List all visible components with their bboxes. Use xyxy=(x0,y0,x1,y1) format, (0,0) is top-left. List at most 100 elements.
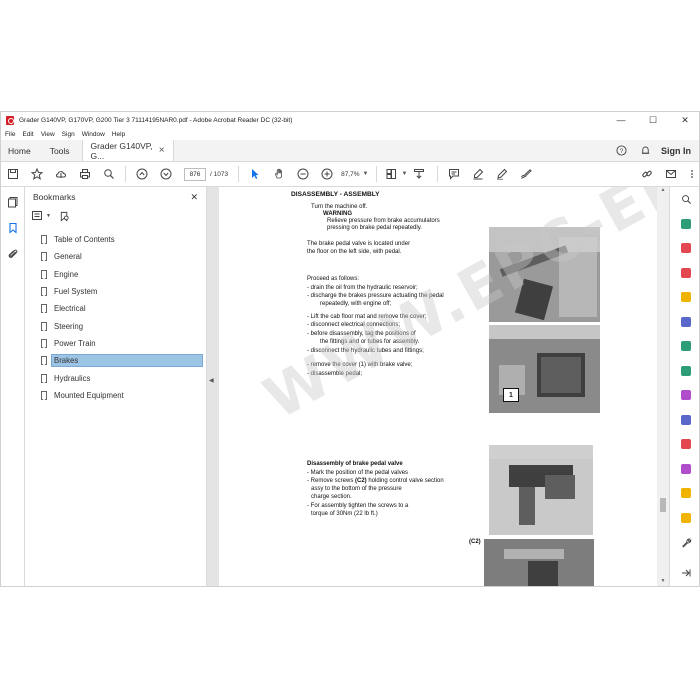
menu-sign[interactable]: Sign xyxy=(62,131,75,138)
section-heading: DISASSEMBLY - ASSEMBLY xyxy=(291,191,380,198)
page-text: The brake pedal valve is located under xyxy=(307,241,411,247)
menu-view[interactable]: View xyxy=(41,131,55,138)
highlight-pen-icon[interactable] xyxy=(466,164,490,184)
export-pdf-icon[interactable] xyxy=(670,212,699,237)
organize-pages-icon[interactable] xyxy=(670,334,699,359)
attachments-icon[interactable] xyxy=(1,241,25,267)
menu-window[interactable]: Window xyxy=(82,131,105,138)
protect-icon[interactable] xyxy=(670,408,699,433)
more-tools-wrench-icon[interactable] xyxy=(670,530,699,555)
fill-sign-icon[interactable] xyxy=(514,164,538,184)
label-c2: (C2) xyxy=(469,539,481,545)
page-thumbnails-icon[interactable] xyxy=(1,189,25,215)
download-icon[interactable] xyxy=(407,164,431,184)
bookmark-icon xyxy=(41,269,47,279)
bookmarks-panel: Bookmarks ✕ ▼ Table of Contents General … xyxy=(25,187,207,586)
tab-close-icon[interactable]: × xyxy=(159,145,165,156)
request-signatures-icon[interactable] xyxy=(670,457,699,482)
bookmark-label: Hydraulics xyxy=(54,373,91,383)
menu-file[interactable]: File xyxy=(5,131,15,138)
bookmark-item-general[interactable]: General xyxy=(25,248,206,265)
bookmark-item-electrical[interactable]: Electrical xyxy=(25,300,206,317)
close-window-button[interactable]: ✕ xyxy=(669,112,699,128)
bookmark-item-mounted-equipment[interactable]: Mounted Equipment xyxy=(25,387,206,404)
notifications-icon[interactable] xyxy=(633,140,657,161)
create-pdf-icon[interactable] xyxy=(670,261,699,286)
bookmark-label: General xyxy=(54,252,82,262)
tab-home[interactable]: Home xyxy=(1,140,38,161)
page-text: the floor on the left side, with pedal. xyxy=(307,249,402,255)
tab-document[interactable]: Grader G140VP, G... × xyxy=(81,140,174,161)
page-number-input[interactable]: 876 xyxy=(184,167,206,181)
page-total: / 1073 xyxy=(210,170,229,178)
collapse-tools-pane-icon[interactable] xyxy=(670,561,699,586)
page-text-part: holding control valve section xyxy=(366,478,444,484)
minimize-button[interactable]: — xyxy=(605,112,637,128)
redact-icon[interactable] xyxy=(670,432,699,457)
page-text-part: - Remove screws xyxy=(307,478,356,484)
page-layout-icon[interactable] xyxy=(381,164,401,184)
comment-icon[interactable] xyxy=(442,164,466,184)
upload-icon[interactable] xyxy=(49,164,73,184)
bookmark-item-brakes[interactable]: Brakes xyxy=(25,352,206,369)
zoom-out-icon[interactable] xyxy=(291,164,315,184)
fill-and-sign-icon[interactable] xyxy=(670,383,699,408)
scroll-down-icon[interactable]: ▼ xyxy=(657,578,669,586)
save-icon[interactable] xyxy=(1,164,25,184)
collapse-left-panel-icon[interactable]: ◀ xyxy=(209,377,214,384)
maximize-button[interactable]: ☐ xyxy=(637,112,669,128)
watermark: WWW.EPC-EPC.COM xyxy=(253,187,669,433)
title-bar: Grader G140VP, G170VP, G200 Tier 3 71114… xyxy=(1,112,699,128)
zoom-dropdown-icon[interactable]: ▼ xyxy=(363,171,369,177)
previous-page-icon[interactable] xyxy=(130,164,154,184)
acrobat-window: Grader G140VP, G170VP, G200 Tier 3 71114… xyxy=(0,111,700,587)
vertical-scrollbar[interactable]: ▲ ▼ xyxy=(657,187,669,586)
draw-icon[interactable] xyxy=(490,164,514,184)
acrobat-app-icon xyxy=(6,115,14,125)
scrollbar-thumb[interactable] xyxy=(660,498,666,512)
stamp-icon[interactable] xyxy=(670,506,699,531)
bookmarks-panel-icon[interactable] xyxy=(1,215,25,241)
hand-tool-icon[interactable] xyxy=(267,164,291,184)
bookmark-icon xyxy=(41,373,47,383)
combine-files-icon[interactable] xyxy=(670,310,699,335)
print-icon[interactable] xyxy=(73,164,97,184)
next-page-icon[interactable] xyxy=(154,164,178,184)
email-icon[interactable] xyxy=(659,164,683,184)
svg-text:?: ? xyxy=(619,148,623,155)
tab-bar: Home Tools Grader G140VP, G... × ? Sign … xyxy=(1,140,699,162)
menu-help[interactable]: Help xyxy=(112,131,125,138)
document-view[interactable]: ◀ DISASSEMBLY - ASSEMBLY Turn the machin… xyxy=(207,187,669,586)
bookmark-item-fuel-system[interactable]: Fuel System xyxy=(25,283,206,300)
find-bookmark-icon[interactable] xyxy=(59,211,70,222)
bookmark-item-table-of-contents[interactable]: Table of Contents xyxy=(25,231,206,248)
scroll-up-icon[interactable]: ▲ xyxy=(657,187,669,197)
menu-edit[interactable]: Edit xyxy=(22,131,33,138)
page-text: - Remove screws (C2) holding control val… xyxy=(307,478,444,486)
bookmark-item-power-train[interactable]: Power Train xyxy=(25,335,206,352)
edit-pdf-icon[interactable] xyxy=(670,236,699,261)
bookmark-options-icon[interactable]: ▼ xyxy=(32,211,51,221)
more-tools-icon[interactable] xyxy=(683,164,699,184)
zoom-level[interactable]: 87,7% xyxy=(341,171,359,178)
compress-pdf-icon[interactable] xyxy=(670,359,699,384)
cover-photo: 1 xyxy=(489,325,600,413)
bookmark-options-dropdown-icon[interactable]: ▼ xyxy=(46,213,51,219)
bookmark-star-icon[interactable] xyxy=(25,164,49,184)
pdf-page: DISASSEMBLY - ASSEMBLY Turn the machine … xyxy=(219,187,669,586)
bookmark-item-hydraulics[interactable]: Hydraulics xyxy=(25,369,206,386)
toolbar-separator xyxy=(125,166,126,182)
search-icon[interactable] xyxy=(97,164,121,184)
bookmark-item-steering[interactable]: Steering xyxy=(25,317,206,334)
tab-tools[interactable]: Tools xyxy=(38,140,82,161)
sign-in-button[interactable]: Sign In xyxy=(657,140,699,161)
help-icon[interactable]: ? xyxy=(609,140,633,161)
comment-tool-icon[interactable] xyxy=(670,285,699,310)
zoom-in-icon[interactable] xyxy=(315,164,339,184)
scan-ocr-icon[interactable] xyxy=(670,481,699,506)
close-panel-icon[interactable]: ✕ xyxy=(190,192,198,203)
search-tools-icon[interactable] xyxy=(670,187,699,212)
bookmark-item-engine[interactable]: Engine xyxy=(25,266,206,283)
share-link-icon[interactable] xyxy=(635,164,659,184)
select-cursor-icon[interactable] xyxy=(243,164,267,184)
